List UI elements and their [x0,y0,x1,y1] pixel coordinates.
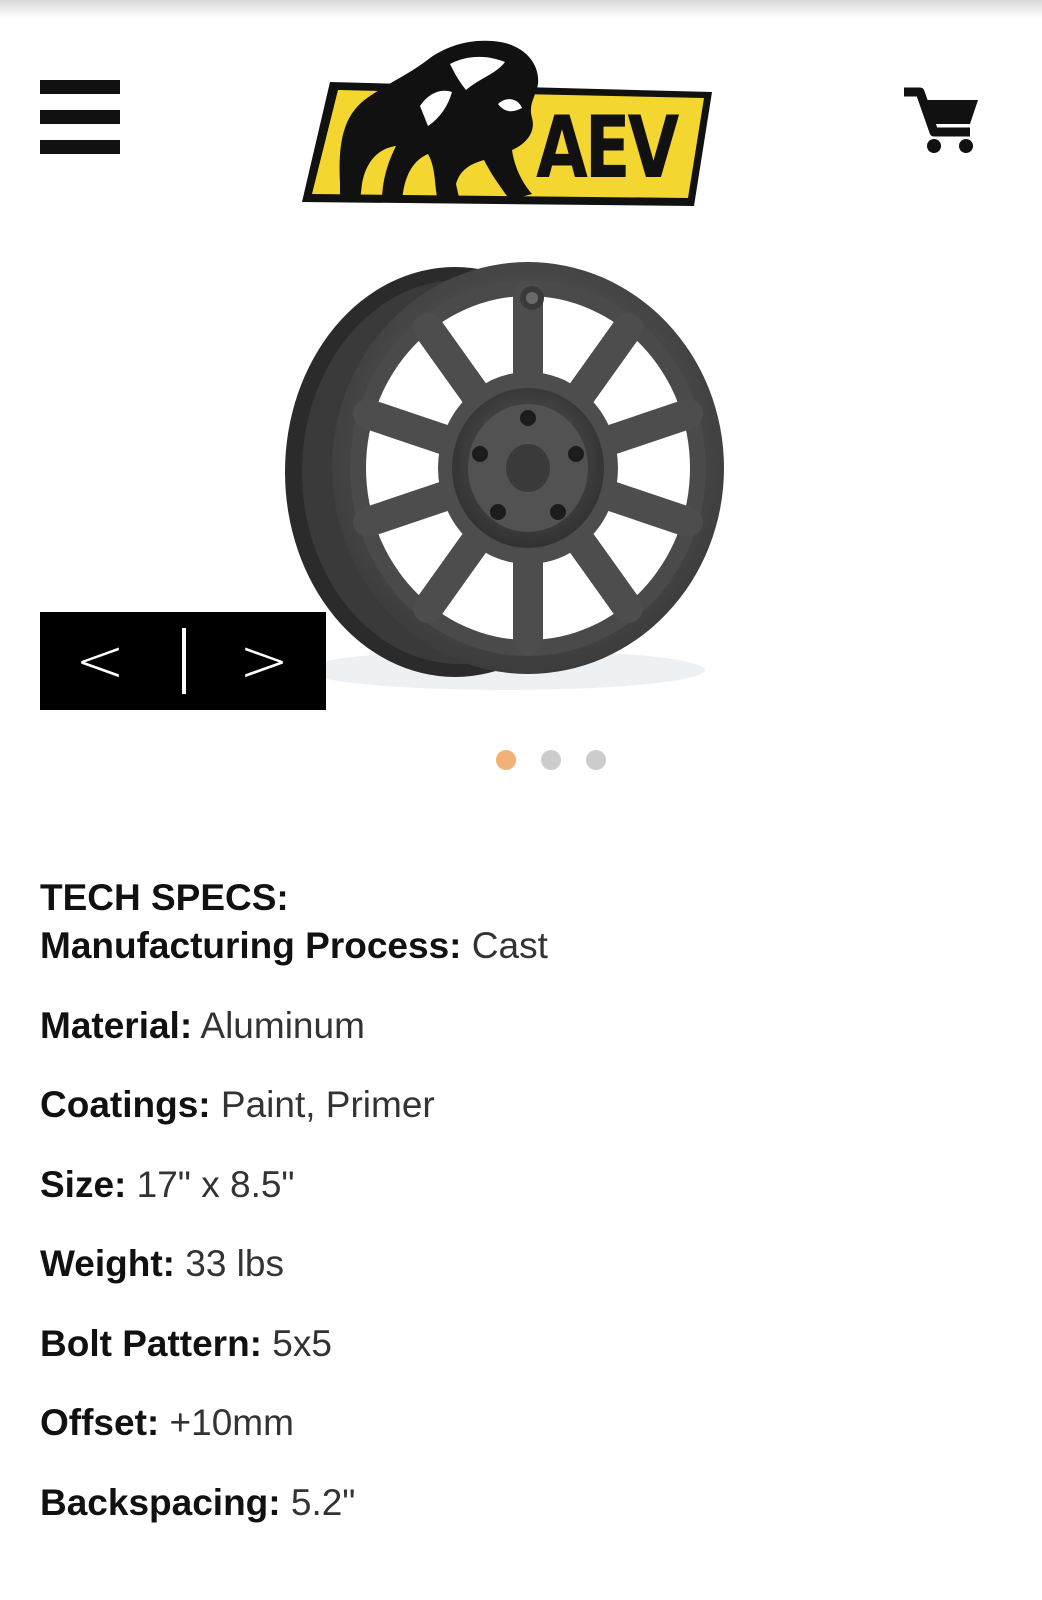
carousel-dots [496,750,631,772]
gallery-nav-control: < > [40,612,326,710]
spec-row-size: Size: 17" x 8.5" [40,1161,1000,1241]
carousel-dot-1[interactable] [496,750,516,770]
spec-label: Coatings: [40,1084,211,1125]
spec-label: Bolt Pattern: [40,1322,262,1364]
spec-row-material: Material: Aluminum [40,1002,1000,1082]
spec-label: Weight: [40,1243,175,1284]
spec-value: Cast [471,925,548,966]
top-edge-shadow [0,0,1042,18]
tech-specs-heading: TECH SPECS: [40,877,289,918]
spec-value: 5.2" [290,1481,356,1523]
product-image-wheel[interactable] [270,250,740,700]
menu-bar [40,110,120,124]
spec-label: Backspacing: [40,1481,281,1523]
carousel-dot-2[interactable] [541,750,561,770]
carousel-dot-3[interactable] [586,750,606,770]
hamburger-menu-icon[interactable] [40,80,120,154]
cart-graphic [904,87,978,153]
spec-label: Manufacturing Process: [40,925,462,966]
spec-label: Offset: [40,1402,160,1443]
spec-row-manufacturing-process: Manufacturing Process: Cast [40,922,1000,1002]
spec-row-coatings: Coatings: Paint, Primer [40,1081,1000,1161]
spec-label: Size: [40,1163,127,1205]
spec-value: 17" x 8.5" [136,1163,295,1205]
spec-value: +10mm [169,1402,294,1443]
next-image-button[interactable]: > [214,612,314,710]
spec-row-weight: Weight: 33 lbs [40,1240,1000,1320]
tech-specs-section: TECH SPECS: Manufacturing Process: Cast … [40,874,1000,1558]
spec-value: Paint, Primer [220,1084,435,1125]
shopping-cart-icon[interactable] [900,86,980,156]
spec-value: 5x5 [272,1322,332,1364]
spec-row-offset: Offset: +10mm [40,1399,1000,1479]
spec-row-backspacing: Backspacing: 5.2" [40,1479,1000,1559]
spec-value: 33 lbs [185,1243,284,1284]
menu-bar [40,140,120,154]
spec-row-bolt-pattern: Bolt Pattern: 5x5 [40,1320,1000,1400]
nav-separator [182,628,186,694]
menu-bar [40,80,120,94]
wheel-graphic [285,262,724,690]
logo-text: AEV [536,98,679,198]
previous-image-button[interactable]: < [50,612,150,710]
spec-label: Material: [40,1004,193,1046]
aev-logo[interactable]: AEV [300,34,720,214]
spec-value: Aluminum [200,1004,365,1046]
